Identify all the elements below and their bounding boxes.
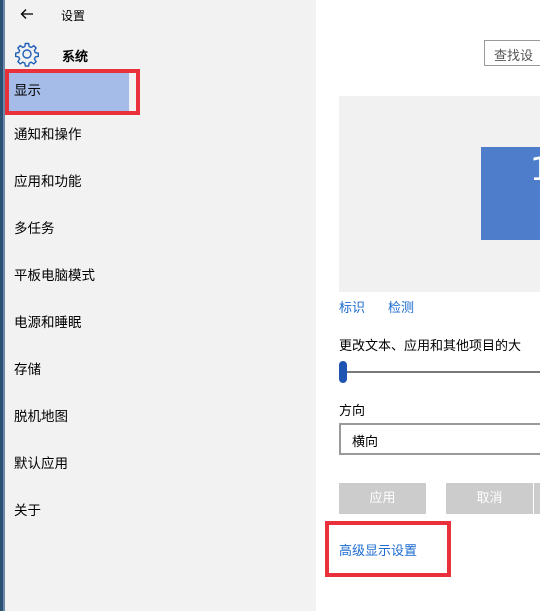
sidebar-item-label: 存储 — [14, 362, 41, 378]
sidebar-item-power-sleep[interactable]: 电源和睡眠 — [5, 300, 316, 347]
sidebar-item-label: 平板电脑模式 — [14, 268, 95, 284]
window-title: 设置 — [61, 9, 86, 23]
sidebar-item-notifications[interactable]: 通知和操作 — [5, 112, 316, 159]
identify-link[interactable]: 标识 — [339, 297, 365, 316]
gear-icon — [14, 41, 40, 67]
sidebar-item-label: 多任务 — [14, 221, 55, 237]
advanced-display-settings-link[interactable]: 高级显示设置 — [339, 540, 417, 559]
sidebar-item-label: 关于 — [14, 503, 41, 519]
back-arrow-icon[interactable] — [19, 6, 37, 24]
orientation-dropdown[interactable]: 横向 — [339, 423, 540, 455]
orientation-label: 方向 — [339, 404, 366, 419]
scale-slider-track[interactable] — [343, 371, 540, 373]
selection-gap — [129, 70, 316, 112]
sidebar-item-label: 电源和睡眠 — [14, 315, 82, 331]
sidebar-item-label: 默认应用 — [14, 456, 68, 472]
sidebar-nav: 显示 通知和操作 应用和功能 多任务 平板电脑模式 电源和睡眠 存储 脱机地图 … — [5, 70, 316, 535]
cancel-button[interactable]: 取消 — [446, 483, 533, 514]
sidebar-item-label: 通知和操作 — [14, 127, 82, 143]
search-placeholder: 查找设 — [494, 49, 534, 64]
apply-button[interactable]: 应用 — [339, 483, 426, 514]
title-bar: 设置 — [5, 0, 316, 32]
detect-link[interactable]: 检测 — [388, 297, 414, 316]
overflow-button[interactable] — [534, 483, 540, 514]
sidebar-item-default-apps[interactable]: 默认应用 — [5, 441, 316, 488]
sidebar: 设置 系统 显示 通知和操作 应用和功能 多任务 平板电脑模式 电源和睡眠 存储… — [5, 0, 316, 611]
sidebar-item-apps[interactable]: 应用和功能 — [5, 159, 316, 206]
sidebar-item-storage[interactable]: 存储 — [5, 347, 316, 394]
scale-slider-thumb[interactable] — [339, 361, 347, 383]
search-input[interactable]: 查找设 — [484, 40, 540, 66]
orientation-value: 横向 — [352, 435, 379, 450]
sidebar-item-tablet-mode[interactable]: 平板电脑模式 — [5, 253, 316, 300]
monitor-number: 1 — [530, 150, 540, 188]
sidebar-item-about[interactable]: 关于 — [5, 488, 316, 535]
sidebar-item-label: 应用和功能 — [14, 174, 82, 190]
sidebar-item-offline-maps[interactable]: 脱机地图 — [5, 394, 316, 441]
section-title: 系统 — [62, 50, 89, 65]
sidebar-item-label: 脱机地图 — [14, 409, 68, 425]
sidebar-item-label: 显示 — [14, 83, 41, 99]
scale-label: 更改文本、应用和其他项目的大 — [339, 339, 522, 354]
section-header: 系统 — [5, 38, 316, 70]
sidebar-item-display[interactable]: 显示 — [5, 70, 316, 112]
sidebar-item-multitasking[interactable]: 多任务 — [5, 206, 316, 253]
